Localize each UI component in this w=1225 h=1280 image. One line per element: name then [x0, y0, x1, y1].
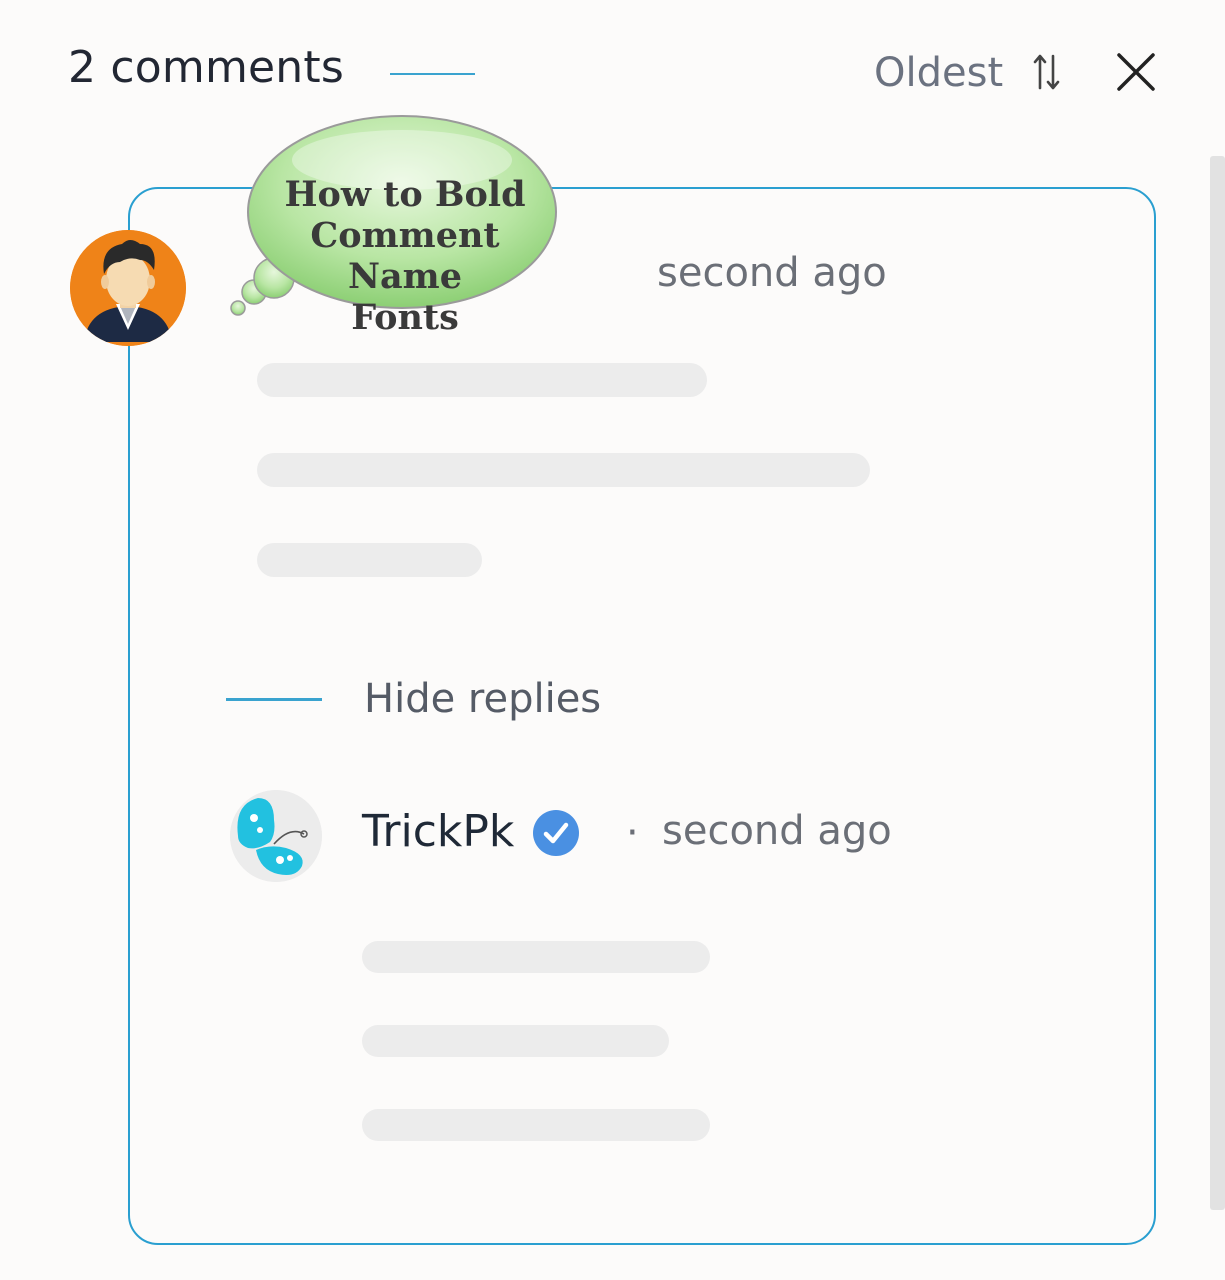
reply-text-placeholder [362, 1109, 710, 1141]
scrollbar[interactable] [1210, 156, 1225, 1210]
butterfly-logo-icon[interactable] [230, 790, 322, 882]
separator-dot: · [626, 810, 639, 856]
sort-arrows-icon[interactable] [1032, 52, 1062, 92]
comment-thread-card [128, 187, 1156, 1245]
close-icon[interactable] [1114, 50, 1158, 94]
bubble-line: How to Bold [284, 174, 526, 215]
reply-text-placeholder [362, 941, 710, 973]
hide-replies-button[interactable]: Hide replies [364, 676, 601, 722]
reply-text-placeholder [362, 1025, 669, 1057]
reply-timestamp: second ago [662, 808, 892, 854]
bubble-line: Fonts [351, 297, 459, 338]
comment-text-placeholder [257, 453, 870, 487]
bubble-title: How to Bold Comment Name Fonts [262, 174, 548, 338]
replies-divider [226, 698, 322, 701]
header-divider [390, 73, 475, 75]
reply-author-name[interactable]: TrickPk [362, 806, 514, 857]
comment-text-placeholder [257, 363, 707, 397]
comments-count: 2 comments [68, 42, 344, 93]
comment-timestamp: second ago [657, 250, 887, 296]
sort-button[interactable]: Oldest [874, 50, 1003, 96]
bubble-line: Comment Name [310, 215, 500, 297]
user-avatar-icon[interactable] [70, 230, 186, 346]
comment-text-placeholder [257, 543, 482, 577]
verified-badge-icon [533, 810, 579, 856]
